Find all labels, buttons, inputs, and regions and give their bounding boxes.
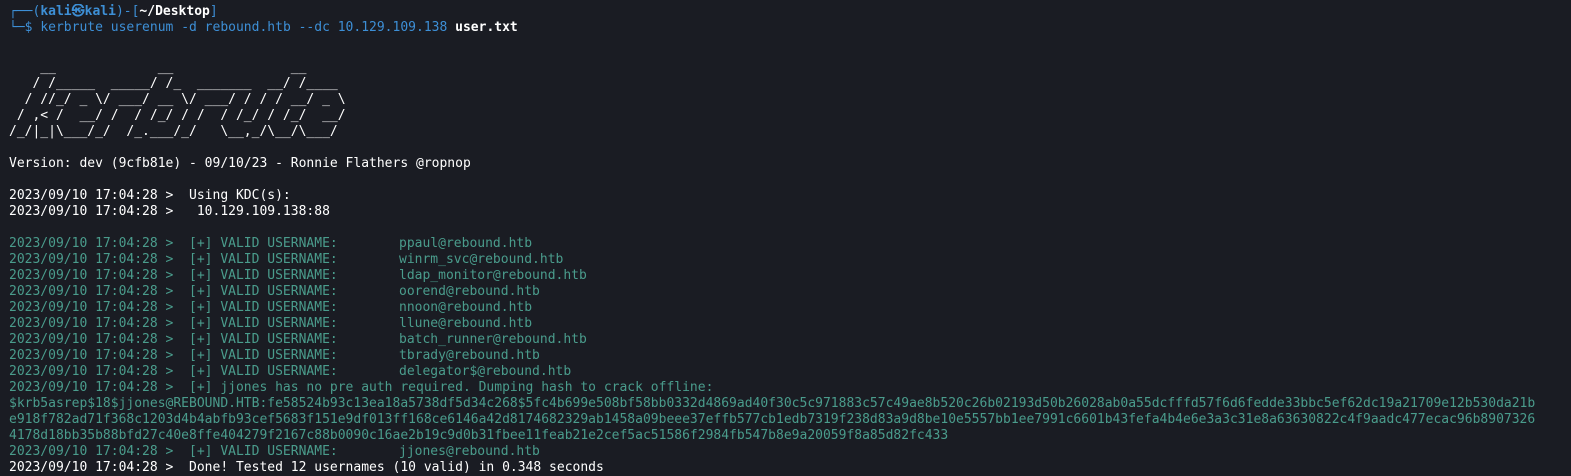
done-line: 2023/09/10 17:04:28 > Done! Tested 12 us… — [9, 460, 604, 475]
terminal-output: ┌──(kali㉿kali)-[~/Desktop] └─$ kerbrute … — [9, 4, 1571, 476]
valid-username-line: 2023/09/10 17:04:28 > [+] VALID USERNAME… — [9, 236, 1571, 252]
valid-username: winrm_svc@rebound.htb — [399, 252, 564, 267]
prompt-user: kali㉿kali — [40, 4, 116, 19]
valid-prefix: 2023/09/10 17:04:28 > [+] VALID USERNAME… — [9, 268, 338, 283]
valid-prefix: 2023/09/10 17:04:28 > [+] VALID USERNAME… — [9, 236, 338, 251]
hash-line: 4178d18bb35b88bfd27c40e8ffe404279f2167c8… — [9, 428, 949, 443]
valid-username-line: 2023/09/10 17:04:28 > [+] VALID USERNAME… — [9, 364, 1571, 380]
valid-username-line: 2023/09/10 17:04:28 > [+] VALID USERNAME… — [9, 268, 1571, 284]
valid-username: jjones@rebound.htb — [399, 444, 540, 459]
valid-prefix: 2023/09/10 17:04:28 > [+] VALID USERNAME… — [9, 364, 338, 379]
valid-prefix: 2023/09/10 17:04:28 > [+] VALID USERNAME… — [9, 284, 338, 299]
valid-username-line: 2023/09/10 17:04:28 > [+] VALID USERNAME… — [9, 348, 1571, 364]
banner-line: __ __ __ — [9, 60, 346, 75]
banner-line: / ,< / __/ / / /_/ / / / /_/ / /_/ __/ — [9, 108, 346, 123]
valid-prefix: 2023/09/10 17:04:28 > [+] VALID USERNAME… — [9, 444, 338, 459]
valid-username-line: 2023/09/10 17:04:28 > [+] VALID USERNAME… — [9, 300, 1571, 316]
valid-username: batch_runner@rebound.htb — [399, 332, 587, 347]
prompt-corner-top: ┌──( — [9, 4, 41, 19]
valid-username-line: 2023/09/10 17:04:28 > [+] VALID USERNAME… — [9, 316, 1571, 332]
valid-username: oorend@rebound.htb — [399, 284, 540, 299]
valid-prefix: 2023/09/10 17:04:28 > [+] VALID USERNAME… — [9, 252, 338, 267]
valid-username-line: 2023/09/10 17:04:28 > [+] VALID USERNAME… — [9, 284, 1571, 300]
valid-username: ldap_monitor@rebound.htb — [399, 268, 587, 283]
valid-username: nnoon@rebound.htb — [399, 300, 533, 315]
version-line: Version: dev (9cfb81e) - 09/10/23 - Ronn… — [9, 156, 471, 171]
command-file: user.txt — [455, 20, 518, 35]
no-preauth-line: 2023/09/10 17:04:28 > [+] jjones has no … — [9, 380, 714, 395]
prompt-mid: )-[ — [115, 4, 140, 19]
prompt-corner-bottom: └─$ — [9, 20, 41, 35]
valid-prefix: 2023/09/10 17:04:28 > [+] VALID USERNAME… — [9, 300, 338, 315]
valid-username: delegator$@rebound.htb — [399, 364, 572, 379]
kdc-line: 2023/09/10 17:04:28 > Using KDC(s): — [9, 188, 291, 203]
hash-line: $krb5asrep$18$jjones@REBOUND.HTB:fe58524… — [9, 396, 1536, 411]
command-line[interactable]: └─$ kerbrute userenum -d rebound.htb --d… — [9, 20, 1571, 36]
prompt-directory: ~/Desktop — [139, 4, 210, 19]
valid-username-line: 2023/09/10 17:04:28 > [+] VALID USERNAME… — [9, 252, 1571, 268]
banner-line: / /_____ _____/ /_ _______ __/ /____ — [9, 76, 346, 91]
valid-prefix: 2023/09/10 17:04:28 > [+] VALID USERNAME… — [9, 316, 338, 331]
command-text: kerbrute userenum -d rebound.htb --dc 10… — [40, 20, 456, 35]
valid-username-line: 2023/09/10 17:04:28 > [+] VALID USERNAME… — [9, 332, 1571, 348]
prompt-line: ┌──(kali㉿kali)-[~/Desktop] — [9, 4, 1571, 20]
prompt-end: ] — [209, 4, 218, 19]
valid-username: ppaul@rebound.htb — [399, 236, 533, 251]
valid-username: tbrady@rebound.htb — [399, 348, 540, 363]
valid-username-line: 2023/09/10 17:04:28 > [+] VALID USERNAME… — [9, 444, 1571, 460]
valid-username: llune@rebound.htb — [399, 316, 533, 331]
banner-line: /_/|_|\___/_/ /_.___/_/ \__,_/\__/\___/ — [9, 124, 346, 139]
valid-prefix: 2023/09/10 17:04:28 > [+] VALID USERNAME… — [9, 332, 338, 347]
banner-line: / //_/ _ \/ ___/ __ \/ ___/ / / / __/ _ … — [9, 92, 346, 107]
valid-prefix: 2023/09/10 17:04:28 > [+] VALID USERNAME… — [9, 348, 338, 363]
hash-line: e918f782ad71f368c1203d4b4abfb93cef5683f1… — [9, 412, 1536, 427]
kdc-line: 2023/09/10 17:04:28 > 10.129.109.138:88 — [9, 204, 330, 219]
